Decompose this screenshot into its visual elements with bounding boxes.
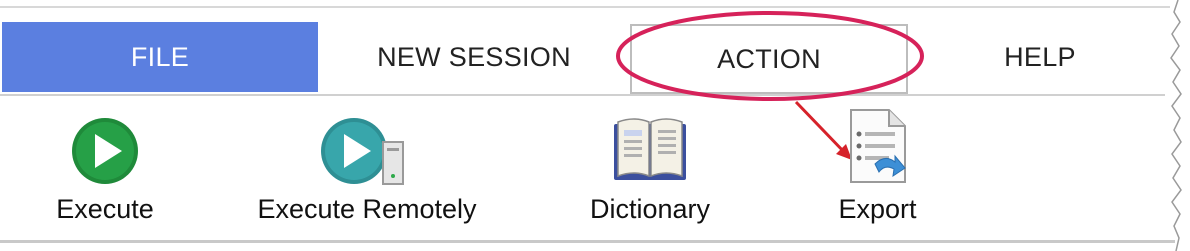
tab-action[interactable]: ACTION bbox=[630, 24, 908, 94]
export-document-icon bbox=[845, 96, 911, 186]
export-label: Export bbox=[838, 194, 917, 224]
bottom-border bbox=[0, 240, 1175, 243]
ribbon-toolbar: Execute Execute Remotely Dictionary Expo… bbox=[0, 96, 1165, 240]
dictionary-label: Dictionary bbox=[589, 194, 711, 224]
remote-play-icon bbox=[319, 96, 415, 186]
tab-new-session[interactable]: NEW SESSION bbox=[318, 22, 630, 92]
book-icon bbox=[610, 96, 690, 186]
dictionary-button[interactable]: Dictionary bbox=[560, 96, 740, 240]
execute-label: Execute bbox=[56, 194, 154, 224]
tab-file[interactable]: FILE bbox=[2, 22, 318, 92]
execute-button[interactable]: Execute bbox=[20, 96, 190, 240]
play-icon bbox=[70, 96, 140, 186]
menu-bar: FILE NEW SESSION ACTION HELP bbox=[0, 22, 1165, 96]
torn-edge bbox=[1170, 0, 1190, 251]
tab-help[interactable]: HELP bbox=[940, 22, 1140, 92]
export-button[interactable]: Export bbox=[800, 96, 955, 240]
ribbon-screenshot: FILE NEW SESSION ACTION HELP Execute Exe… bbox=[0, 0, 1190, 251]
execute-remotely-button[interactable]: Execute Remotely bbox=[222, 96, 512, 240]
execute-remotely-label: Execute Remotely bbox=[257, 194, 477, 224]
top-border bbox=[0, 6, 1170, 8]
